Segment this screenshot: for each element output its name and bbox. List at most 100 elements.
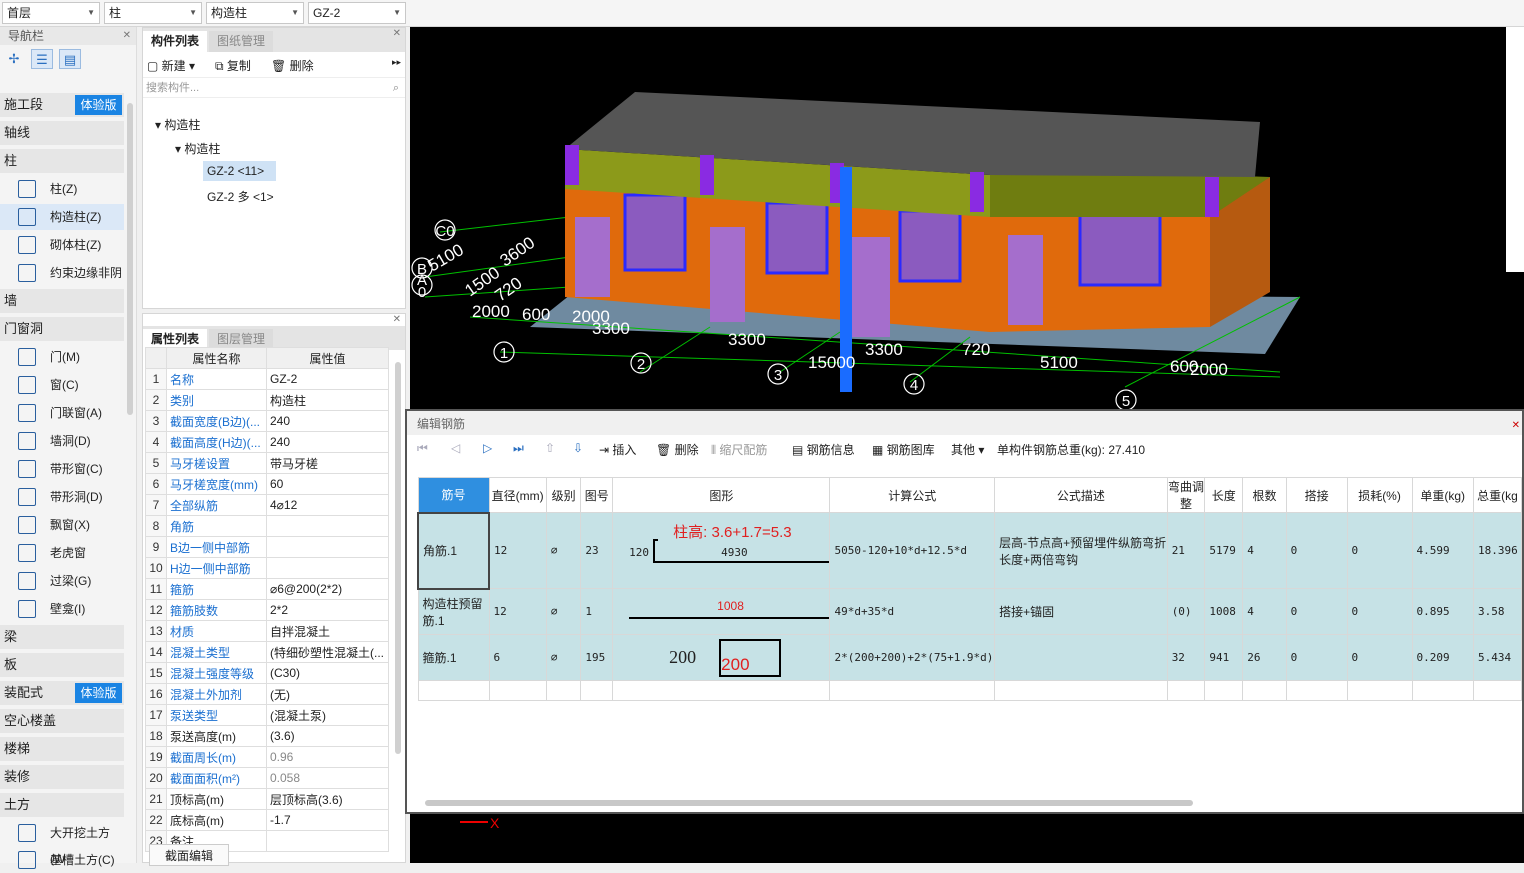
property-row[interactable]: 19 截面周长(m) 0.96 bbox=[145, 746, 389, 768]
nav-item-strip-hole[interactable]: 带形洞(D) bbox=[0, 484, 124, 510]
property-row[interactable]: 3 截面宽度(B边)(... 240 bbox=[145, 410, 389, 432]
property-value[interactable]: ⌀6@200(2*2) bbox=[266, 578, 389, 600]
nav-item-lintel[interactable]: 过梁(G) bbox=[0, 568, 124, 594]
property-value[interactable]: (3.6) bbox=[266, 725, 389, 747]
rebar-dia-cell[interactable]: 6 bbox=[488, 634, 547, 681]
column-header[interactable]: 筋号 bbox=[417, 477, 490, 513]
more-icon[interactable]: ▸▸ bbox=[392, 57, 401, 68]
column-header[interactable]: 搭接 bbox=[1285, 477, 1348, 513]
move-up-icon[interactable]: ⇧ bbox=[545, 441, 555, 455]
prev-icon[interactable]: ◁ bbox=[451, 441, 460, 455]
rebar-fig-cell[interactable]: 1 bbox=[580, 588, 614, 635]
delete-button[interactable]: 🗑 删除 bbox=[271, 57, 314, 74]
nav-group-opening[interactable]: 门窗洞 bbox=[0, 317, 124, 341]
rebar-grade-cell[interactable]: ⌀ bbox=[545, 634, 582, 681]
rebar-formula-cell[interactable] bbox=[829, 680, 996, 701]
type-select[interactable]: 构造柱 ▼ bbox=[206, 2, 304, 24]
property-value[interactable]: 带马牙槎 bbox=[266, 452, 389, 474]
rebar-bend-cell[interactable]: (0) bbox=[1166, 588, 1206, 635]
tree-node-item[interactable]: GZ-2 多 <1> bbox=[207, 188, 274, 205]
nav-item-door-window[interactable]: 门联窗(A) bbox=[0, 400, 124, 426]
nav-item-strip-window[interactable]: 带形窗(C) bbox=[0, 456, 124, 482]
rebar-count-cell[interactable]: 4 bbox=[1242, 588, 1287, 635]
column-header[interactable]: 损耗(%) bbox=[1346, 477, 1413, 513]
column-header[interactable]: 弯曲调整 bbox=[1166, 477, 1206, 513]
rebar-row[interactable]: 构造柱预留筋.1 12 ⌀ 1 1008 49*d+35*d 搭接+锚固 (0) 1008 4 0 0… bbox=[417, 588, 1523, 635]
property-value[interactable]: (无) bbox=[266, 683, 389, 705]
rebar-shape-cell[interactable] bbox=[612, 680, 831, 701]
rebar-loss-cell[interactable] bbox=[1346, 680, 1413, 701]
rebar-name-cell[interactable]: 构造柱预留筋.1 bbox=[417, 588, 490, 635]
nav-item-door[interactable]: 门(M) bbox=[0, 344, 124, 370]
next-icon[interactable]: ▷ bbox=[483, 441, 492, 455]
nav-scrollbar[interactable] bbox=[127, 103, 133, 415]
nav-group-earthwork[interactable]: 土方 bbox=[0, 793, 124, 817]
rebar-row[interactable]: 角筋.1 12 ⌀ 23 柱高: 3.6+1.7=5.3 120 4930 5050-120+… bbox=[417, 511, 1523, 590]
rebar-row[interactable]: 箍筋.1 6 ⌀ 195 200 200 2*(200+200)+2*(75+1.9*d) 3… bbox=[417, 634, 1523, 681]
property-value[interactable]: 2*2 bbox=[266, 599, 389, 621]
scale-rebar-button[interactable]: ⫴ 缩尺配筋 bbox=[711, 441, 767, 458]
rebar-grade-cell[interactable]: ⌀ bbox=[545, 588, 582, 635]
property-row[interactable]: 14 混凝土类型 (特细砂塑性混凝土(... bbox=[145, 641, 389, 663]
property-value[interactable]: (混凝土泵) bbox=[266, 704, 389, 726]
rebar-lap-cell[interactable] bbox=[1285, 680, 1348, 701]
rebar-dia-cell[interactable]: 12 bbox=[488, 588, 547, 635]
column-header[interactable]: 直径(mm) bbox=[488, 477, 547, 513]
nav-item-wall-hole[interactable]: 墙洞(D) bbox=[0, 428, 124, 454]
property-value[interactable]: 240 bbox=[266, 431, 389, 453]
other-button[interactable]: 其他 ▾ bbox=[951, 441, 984, 458]
close-icon[interactable]: ✕ bbox=[123, 27, 131, 45]
rebar-len-cell[interactable]: 1008 bbox=[1204, 588, 1244, 635]
last-icon[interactable]: ⏭ bbox=[513, 441, 524, 456]
nav-group-axis[interactable]: 轴线 bbox=[0, 121, 124, 145]
property-value[interactable]: 240 bbox=[266, 410, 389, 432]
property-row[interactable]: 7 全部纵筋 4⌀12 bbox=[145, 494, 389, 516]
rebar-formula-cell[interactable]: 2*(200+200)+2*(75+1.9*d) bbox=[829, 634, 996, 681]
property-value[interactable]: 构造柱 bbox=[266, 389, 389, 411]
copy-button[interactable]: ⧉ 复制 bbox=[215, 57, 251, 74]
property-row[interactable]: 5 马牙槎设置 带马牙槎 bbox=[145, 452, 389, 474]
property-row[interactable]: 17 泵送类型 (混凝土泵) bbox=[145, 704, 389, 726]
rebar-dia-cell[interactable]: 12 bbox=[488, 512, 547, 589]
property-row[interactable]: 11 箍筋 ⌀6@200(2*2) bbox=[145, 578, 389, 600]
nav-group-slab[interactable]: 板 bbox=[0, 653, 124, 677]
nav-item-bay-window[interactable]: 飘窗(X) bbox=[0, 512, 124, 538]
rebar-desc-cell[interactable] bbox=[994, 680, 1168, 701]
nav-group-wall[interactable]: 墙 bbox=[0, 289, 124, 313]
property-row[interactable]: 1 名称 GZ-2 bbox=[145, 368, 389, 390]
property-value[interactable]: 自拌混凝土 bbox=[266, 620, 389, 642]
rebar-name-cell[interactable]: 箍筋.1 bbox=[417, 634, 490, 681]
column-header[interactable]: 图形 bbox=[612, 477, 831, 513]
first-icon[interactable]: ⏮ bbox=[417, 441, 428, 456]
pin-icon[interactable]: ✢ bbox=[3, 49, 25, 69]
nav-group-finish[interactable]: 装修 bbox=[0, 765, 124, 789]
property-value[interactable]: GZ-2 bbox=[266, 368, 389, 390]
nav-item-window[interactable]: 窗(C) bbox=[0, 372, 124, 398]
rebar-bend-cell[interactable]: 21 bbox=[1166, 512, 1206, 589]
trial-badge[interactable]: 体验版 bbox=[75, 95, 122, 115]
rebar-len-cell[interactable] bbox=[1204, 680, 1244, 701]
column-header[interactable]: 计算公式 bbox=[829, 477, 996, 513]
column-header[interactable]: 根数 bbox=[1242, 477, 1287, 513]
property-value[interactable]: (特细砂塑性混凝土(... bbox=[266, 641, 389, 663]
column-header[interactable]: 总重(kg bbox=[1472, 477, 1523, 513]
rebar-row[interactable] bbox=[417, 680, 1523, 701]
property-row[interactable]: 2 类别 构造柱 bbox=[145, 389, 389, 411]
nav-group-stage[interactable]: 施工段 体验版 bbox=[0, 93, 124, 117]
property-value[interactable]: 4⌀12 bbox=[266, 494, 389, 516]
column-header[interactable]: 单重(kg) bbox=[1411, 477, 1474, 513]
property-row[interactable]: 15 混凝土强度等级 (C30) bbox=[145, 662, 389, 684]
nav-group-column[interactable]: 柱 bbox=[0, 149, 124, 173]
rebar-total-cell[interactable]: 3.58 bbox=[1472, 588, 1523, 635]
rebar-fig-cell[interactable]: 195 bbox=[580, 634, 614, 681]
rebar-count-cell[interactable]: 4 bbox=[1242, 512, 1287, 589]
property-value[interactable] bbox=[266, 515, 389, 537]
rebar-count-cell[interactable] bbox=[1242, 680, 1287, 701]
rebar-loss-cell[interactable]: 0 bbox=[1346, 512, 1413, 589]
property-row[interactable]: 21 顶标高(m) 层顶标高(3.6) bbox=[145, 788, 389, 810]
tree-node-child[interactable]: ▾ 构造柱 bbox=[175, 140, 220, 157]
rebar-desc-cell[interactable]: 层高-节点高+预留埋件纵筋弯折长度+两倍弯钩 bbox=[994, 512, 1168, 589]
property-row[interactable]: 22 底标高(m) -1.7 bbox=[145, 809, 389, 831]
trial-badge[interactable]: 体验版 bbox=[75, 683, 122, 703]
property-row[interactable]: 4 截面高度(H边)(... 240 bbox=[145, 431, 389, 453]
